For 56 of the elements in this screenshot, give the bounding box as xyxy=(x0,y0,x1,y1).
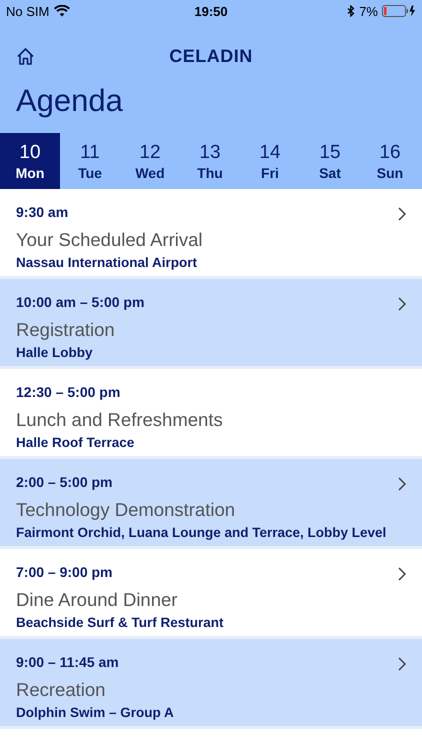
weekday-label: Wed xyxy=(135,164,165,182)
event-time: 2:00 – 5:00 pm xyxy=(16,474,112,492)
event-time: 9:30 am xyxy=(16,204,68,222)
chevron-right-icon xyxy=(398,657,406,671)
day-tab[interactable]: 11 Tue xyxy=(60,133,120,189)
event-title: Dine Around Dinner xyxy=(16,588,178,612)
event-title: Technology Demonstration xyxy=(16,498,236,522)
day-number: 16 xyxy=(379,142,401,164)
day-number: 12 xyxy=(139,142,161,164)
battery-charging-icon xyxy=(382,5,416,17)
event-time: 12:30 – 5:00 pm xyxy=(16,384,120,402)
weekday-label: Tue xyxy=(78,164,102,182)
event-location: Halle Roof Terrace xyxy=(16,435,134,450)
day-number: 15 xyxy=(319,142,341,164)
wifi-icon xyxy=(54,5,70,17)
battery-percent: 7% xyxy=(359,4,378,18)
agenda-item[interactable]: 10:00 am – 5:00 pm Registration Halle Lobby xyxy=(0,279,422,369)
page-title: Agenda xyxy=(16,82,124,120)
day-tab[interactable]: 14 Fri xyxy=(240,133,300,189)
brand-logo: CELADIN xyxy=(169,46,253,66)
weekday-label: Fri xyxy=(261,164,279,182)
day-tab[interactable]: 13 Thu xyxy=(180,133,240,189)
event-time: 9:00 – 11:45 am xyxy=(16,654,119,672)
event-location: Dolphin Swim – Group A xyxy=(16,705,174,720)
event-location: Beachside Surf & Turf Resturant xyxy=(16,615,224,630)
day-tab[interactable]: 12 Wed xyxy=(120,133,180,189)
event-location: Nassau International Airport xyxy=(16,255,198,270)
bluetooth-icon xyxy=(347,5,356,17)
chevron-right-icon xyxy=(398,297,406,311)
chevron-right-icon xyxy=(398,567,406,581)
event-time: 7:00 – 9:00 pm xyxy=(16,564,112,582)
chevron-right-icon xyxy=(398,207,406,221)
weekday-label: Thu xyxy=(197,164,223,182)
event-time: 10:00 am – 5:00 pm xyxy=(16,294,144,312)
event-location: Fairmont Orchid, Luana Lounge and Terrace, Lobby Level xyxy=(16,525,386,540)
agenda-item[interactable]: 9:00 – 11:45 am Recreation Dolphin Swim – Group A xyxy=(0,639,422,729)
clock: 19:50 xyxy=(194,4,228,18)
day-tab[interactable]: 10 Mon xyxy=(0,133,60,189)
weekday-label: Sat xyxy=(319,164,341,182)
event-title: Registration xyxy=(16,318,115,342)
event-title: Recreation xyxy=(16,678,106,702)
carrier-label: No SIM xyxy=(6,4,50,18)
chevron-right-icon xyxy=(398,477,406,491)
event-location: Halle Lobby xyxy=(16,345,93,360)
agenda-item[interactable]: 2:00 – 5:00 pm Technology Demonstration Fairmont Orchid, Luana Lounge and Terrace, Lobby Level xyxy=(0,459,422,549)
day-number: 11 xyxy=(80,142,100,164)
day-tab[interactable]: 16 Sun xyxy=(360,133,420,189)
weekday-label: Sun xyxy=(376,164,404,182)
day-number: 10 xyxy=(19,142,41,164)
day-tab[interactable]: 15 Sat xyxy=(300,133,360,189)
event-title: Your Scheduled Arrival xyxy=(16,228,202,252)
day-number: 14 xyxy=(259,142,281,164)
weekday-label: Mon xyxy=(16,164,44,182)
day-number: 13 xyxy=(199,142,221,164)
event-title: Lunch and Refreshments xyxy=(16,408,223,432)
home-icon[interactable] xyxy=(16,46,35,66)
